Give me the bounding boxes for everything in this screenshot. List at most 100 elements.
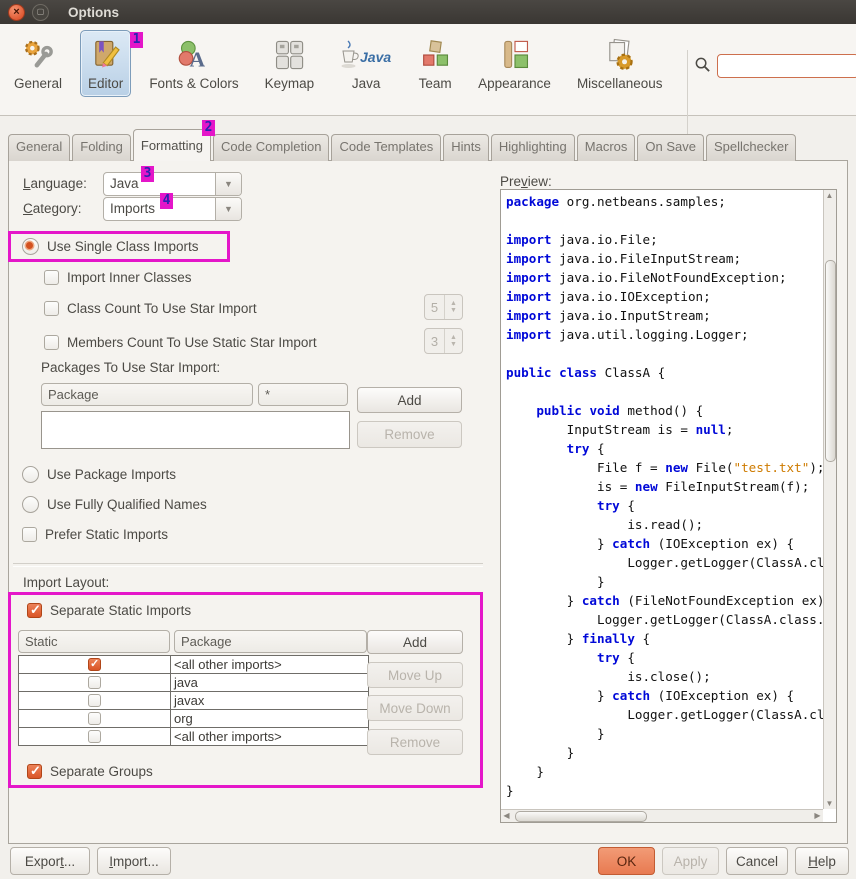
code-line [506, 382, 823, 401]
package-cell[interactable]: org [171, 710, 368, 727]
tab-macros[interactable]: Macros [577, 134, 636, 161]
scroll-left-icon[interactable]: ◀ [501, 810, 512, 821]
horizontal-scroll-thumb[interactable] [515, 811, 647, 822]
apply-button[interactable]: Apply [662, 847, 719, 875]
package-column-header[interactable]: Package [41, 383, 253, 406]
package-cell[interactable]: java [171, 674, 368, 691]
code-line: is = new FileInputStream(f); [506, 477, 823, 496]
toolbar-item-label: Java [352, 76, 381, 91]
checkbox-separate-groups[interactable]: Separate Groups [27, 764, 153, 779]
code-line: try { [506, 648, 823, 667]
tab-highlighting[interactable]: Highlighting [491, 134, 575, 161]
radio-use-package-imports[interactable]: Use Package Imports [22, 466, 176, 483]
tab-code-templates[interactable]: Code Templates [331, 134, 441, 161]
code-line: } [506, 781, 823, 800]
checkbox-checked-icon[interactable] [88, 658, 101, 671]
gears-wrench-icon [21, 37, 55, 73]
restore-icon[interactable]: ▢ [32, 4, 49, 21]
table-row[interactable]: java [19, 674, 368, 692]
checkbox-icon[interactable] [88, 694, 101, 707]
checkbox-import-inner-classes[interactable]: Import Inner Classes [44, 270, 192, 285]
star-packages-list[interactable] [41, 411, 350, 449]
toolbar-item-appearance[interactable]: Appearance [470, 30, 559, 97]
toolbar-item-general[interactable]: General [6, 30, 70, 97]
checkbox-members-count-static-star[interactable]: Members Count To Use Static Star Import [44, 335, 317, 350]
search-input[interactable] [717, 54, 856, 78]
tab-hints[interactable]: Hints [443, 134, 489, 161]
preview-code-area[interactable]: package org.netbeans.samples; import jav… [500, 189, 837, 823]
table-row[interactable]: <all other imports> [19, 656, 368, 674]
tab-formatting[interactable]: Formatting [133, 129, 211, 161]
static-cell[interactable] [19, 710, 171, 727]
checkbox-icon[interactable] [88, 676, 101, 689]
spinner-arrows-icon[interactable]: ▲▼ [444, 329, 462, 353]
vertical-scroll-thumb[interactable] [825, 260, 836, 462]
static-cell[interactable] [19, 692, 171, 709]
toolbar-item-label: Fonts & Colors [149, 76, 238, 91]
scroll-right-icon[interactable]: ▶ [812, 810, 823, 821]
tab-spellchecker[interactable]: Spellchecker [706, 134, 796, 161]
import-layout-label: Import Layout: [23, 575, 109, 590]
checkbox-prefer-static-imports[interactable]: Prefer Static Imports [22, 527, 168, 542]
checkbox-icon[interactable] [88, 712, 101, 725]
annotation-marker-1: 1 [130, 32, 143, 48]
chevron-down-icon[interactable]: ▼ [215, 198, 241, 220]
scroll-up-icon[interactable]: ▲ [824, 190, 835, 201]
package-cell[interactable]: <all other imports> [171, 728, 368, 745]
chevron-down-icon[interactable]: ▼ [215, 173, 241, 195]
move-up-button[interactable]: Move Up [367, 662, 463, 688]
static-column-header[interactable]: Static [18, 630, 170, 653]
checkbox-separate-static-imports[interactable]: Separate Static Imports [27, 603, 191, 618]
package-cell[interactable]: javax [171, 692, 368, 709]
tab-general[interactable]: General [8, 134, 70, 161]
class-count-spinner[interactable]: 5 ▲▼ [424, 294, 463, 320]
import-layout-table[interactable]: <all other imports>javajavaxorg<all othe… [18, 655, 369, 746]
checkbox-icon[interactable] [88, 730, 101, 743]
static-cell[interactable] [19, 728, 171, 745]
code-line: Logger.getLogger(ClassA.class.getName())… [506, 705, 823, 724]
star-packages-label: Packages To Use Star Import: [41, 360, 220, 375]
toolbar-item-editor[interactable]: Editor [80, 30, 131, 97]
table-row[interactable]: <all other imports> [19, 728, 368, 745]
vertical-scrollbar[interactable]: ▲ ▼ [823, 190, 836, 809]
remove-layout-row-button[interactable]: Remove [367, 729, 463, 755]
toolbar-item-fonts-colors[interactable]: AFonts & Colors [141, 30, 246, 97]
add-star-package-button[interactable]: Add [357, 387, 462, 413]
toolbar-item-java[interactable]: JavaJava [332, 30, 400, 97]
code-line: import java.io.File; [506, 230, 823, 249]
tab-code-completion[interactable]: Code Completion [213, 134, 329, 161]
checkbox-class-count-star-import[interactable]: Class Count To Use Star Import [44, 301, 257, 316]
remove-star-package-button[interactable]: Remove [357, 421, 462, 448]
code-line: } finally { [506, 629, 823, 648]
table-row[interactable]: org [19, 710, 368, 728]
cancel-button[interactable]: Cancel [726, 847, 788, 875]
radio-use-fully-qualified-names[interactable]: Use Fully Qualified Names [22, 496, 207, 513]
toolbar-item-keymap[interactable]: Keymap [257, 30, 323, 97]
close-icon[interactable]: × [8, 4, 25, 21]
import-button[interactable]: Import... [97, 847, 171, 875]
package-column-header[interactable]: Package [174, 630, 367, 653]
add-layout-row-button[interactable]: Add [367, 630, 463, 654]
spinner-arrows-icon[interactable]: ▲▼ [444, 295, 462, 319]
star-column-header[interactable]: * [258, 383, 348, 406]
horizontal-scrollbar[interactable]: ◀ ▶ [501, 809, 823, 822]
code-line [506, 211, 823, 230]
ok-button[interactable]: OK [598, 847, 655, 875]
layout-panels-icon [498, 37, 532, 73]
toolbar-item-miscellaneous[interactable]: Miscellaneous [569, 30, 671, 97]
tab-folding[interactable]: Folding [72, 134, 131, 161]
static-cell[interactable] [19, 656, 171, 673]
language-label: Language: [23, 176, 87, 191]
help-button[interactable]: Help [795, 847, 849, 875]
package-cell[interactable]: <all other imports> [171, 656, 368, 673]
export-button[interactable]: Export... [10, 847, 90, 875]
static-cell[interactable] [19, 674, 171, 691]
toolbar-item-team[interactable]: Team [410, 30, 460, 97]
members-count-spinner[interactable]: 3 ▲▼ [424, 328, 463, 354]
checkbox-icon [44, 301, 59, 316]
move-down-button[interactable]: Move Down [367, 695, 463, 721]
radio-use-single-class-imports[interactable]: Use Single Class Imports [22, 238, 199, 255]
tab-on-save[interactable]: On Save [637, 134, 704, 161]
scroll-down-icon[interactable]: ▼ [824, 798, 835, 809]
table-row[interactable]: javax [19, 692, 368, 710]
